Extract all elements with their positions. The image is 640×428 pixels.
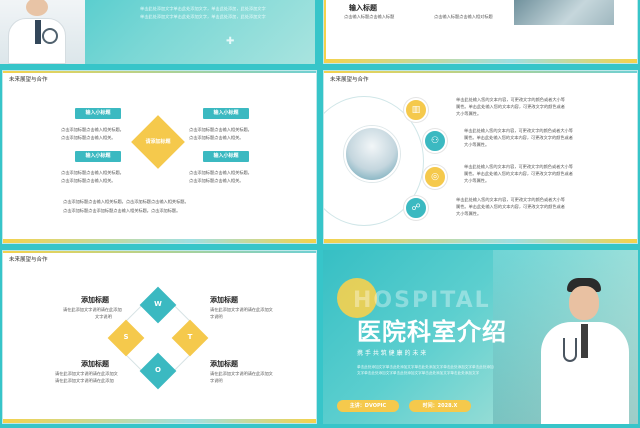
swot-bl-line-1: 请在此添加文字说明请在此添加文 — [55, 371, 118, 376]
desc-tr-line-2: 点击添加标题点击输入相关。 — [189, 135, 244, 140]
subtitle-label-top-right: 输入小标题 — [203, 108, 249, 119]
center-diamond-label: 请添加标题 — [145, 139, 171, 145]
desc-bl-line-2: 点击添加标题点击输入相关。 — [61, 178, 116, 183]
item-4-line-1: 单击此处输入您的文本内容，可更改文字的颜色或者大小等 — [456, 197, 565, 202]
subtitle-label-top-left: 输入小标题 — [75, 108, 121, 119]
item-1-line-1: 单击此处输入您的文本内容，可更改文字的颜色或者大小等 — [456, 97, 565, 102]
item-3-line-1: 单击此处输入您的文本内容，可更改文字的颜色或者大小等 — [464, 164, 573, 169]
item-2-line-2: 属性。单击此处输入您的文本内容，可更改文字的颜色或者 — [464, 135, 573, 140]
desc-tl-line-2: 点击添加标题点击输入相关。 — [61, 135, 116, 140]
swot-letter-s: S — [123, 333, 129, 341]
mid-left-slide-title: 未来展望与合作 — [9, 77, 48, 83]
swot-br-line-1: 请在此添加文字说明请在此添加文 — [210, 371, 273, 376]
desc-tl-line-1: 点击添加标题点击输入相关标题。 — [61, 127, 124, 132]
item-4-line-2: 属性。单击此处输入您的文本内容，可更改文字的颜色或者 — [456, 204, 565, 209]
top-right-heading: 输入标题 — [349, 4, 377, 12]
item-3-line-2: 属性。单击此处输入您的文本内容，可更改文字的颜色或者 — [464, 171, 573, 176]
swot-tr-line-2: 字说明 — [210, 314, 223, 319]
mid-left-bottom-bar — [3, 239, 316, 243]
cover-bg-word: HOSPITAL — [353, 288, 491, 313]
item-2-line-3: 大小等属性。 — [464, 142, 490, 147]
cover-doctor-photo — [535, 278, 635, 424]
item-1-line-3: 大小等属性。 — [456, 111, 482, 116]
subtitle-label-bottom-left: 输入小标题 — [75, 151, 121, 162]
swot-br-line-2: 字说明 — [210, 378, 223, 383]
mid-left-bottom-line-1: 点击添加标题点击输入相关标题。点击添加标题点击输入相关标题。 — [63, 199, 189, 204]
cover-body-line-1: 单击此处添加文字单击此处添加文字，单击此处添加，此处添加文字 — [140, 6, 266, 11]
slide-thumbnail-cover[interactable]: HOSPITAL 医院科室介绍 携 手 共 筑 健 康 的 未 来 单击此处添加… — [323, 250, 638, 424]
slide-thumbnail-mid-left[interactable]: 未来展望与合作 请添加标题 输入小标题 输入小标题 输入小标题 输入小标题 点击… — [2, 70, 317, 244]
subtitle-label-bottom-right: 输入小标题 — [203, 151, 249, 162]
compass-icon: ◎ — [423, 165, 447, 189]
share-nodes-icon: ☍ — [404, 196, 428, 220]
mid-right-top-bar — [324, 71, 637, 73]
swot-heading-bottom-right: 添加标题 — [210, 360, 238, 368]
swot-tl-line-1: 请在此添加文字说明请在此添加 — [63, 307, 122, 312]
swot-heading-top-left: 添加标题 — [81, 296, 109, 304]
top-right-bottom-bar — [324, 59, 637, 63]
swot-letter-t: T — [187, 333, 193, 341]
bottom-left-bottom-bar — [3, 419, 316, 423]
mid-left-bottom-line-2: 点击添加标题点击添加标题点击输入相关标题。点击添加标题。 — [63, 208, 181, 213]
stethoscope-icon — [42, 28, 58, 44]
speaker-pill: 主讲：DVOPIC — [337, 400, 399, 412]
item-4-line-3: 大小等属性。 — [456, 211, 482, 216]
mid-right-bottom-bar — [324, 239, 637, 243]
bottom-left-top-bar — [3, 251, 316, 253]
top-right-photo — [514, 0, 614, 25]
top-right-right-text: 点击输入标题点击输入相对标题 — [434, 14, 493, 19]
slide-thumbnail-top-left[interactable]: 单击此处添加文字单击此处添加文字，单击此处添加，此处添加文字 单击此处添加文字单… — [0, 0, 315, 64]
swot-heading-top-right: 添加标题 — [210, 296, 238, 304]
swot-bl-line-2: 请在此添加文字说明请在此添加 — [55, 378, 114, 383]
slide-thumbnail-bottom-left[interactable]: 未来展望与合作 W S T O 添加标题 请在此添加文字说明请在此添加 文字说明… — [2, 250, 317, 424]
doctor-photo — [0, 0, 85, 64]
date-pill: 时间：2028.X — [409, 400, 471, 412]
mid-left-top-bar — [3, 71, 316, 73]
top-right-accent-bar — [324, 0, 326, 63]
bottom-left-slide-title: 未来展望与合作 — [9, 257, 48, 263]
cover-body-line-2: 单击此处添加文字单击此处添加文字，单击此处添加，此处添加文字 — [140, 14, 266, 19]
desc-br-line-2: 点击添加标题点击输入相关。 — [189, 178, 244, 183]
item-1-line-2: 属性。单击此处输入您的文本内容，可更改文字的颜色或者 — [456, 104, 565, 109]
slide-thumbnail-mid-right[interactable]: 未来展望与合作 ▥ ⚇ ◎ ☍ 单击此处输入您的文本内容，可更改文字的颜色或者大… — [323, 70, 638, 244]
cover-small-line-2: 文字单击此处添加文字单击此处添加文字单击此处添加文字单击此处添加文字 — [357, 371, 480, 375]
desc-tr-line-1: 点击添加标题点击输入相关标题。 — [189, 127, 252, 132]
slide-thumbnail-top-right[interactable]: 输入标题 点击输入标题点击输入标题 点击输入标题点击输入相对标题 — [323, 0, 638, 64]
cover-doctor-tie — [581, 324, 588, 358]
swot-letter-w: W — [154, 300, 162, 308]
plus-icon: ✚ — [226, 36, 235, 47]
doctor-head — [26, 0, 48, 16]
date-label: 时间：2028.X — [422, 403, 458, 409]
mid-right-slide-title: 未来展望与合作 — [330, 77, 369, 83]
cover-doctor-face — [569, 286, 599, 320]
swot-heading-bottom-left: 添加标题 — [81, 360, 109, 368]
swot-tl-line-2: 文字说明 — [95, 314, 112, 319]
doctor-tie — [35, 20, 41, 44]
speaker-label: 主讲：DVOPIC — [349, 403, 387, 409]
doctor-circle-photo — [344, 126, 400, 182]
people-network-icon: ⚇ — [423, 129, 447, 153]
desc-bl-line-1: 点击添加标题点击输入相关标题。 — [61, 170, 124, 175]
swot-tr-line-1: 请在此添加文字说明请在此添加文 — [210, 307, 273, 312]
swot-letter-o: O — [155, 366, 161, 374]
item-2-line-1: 单击此处输入您的文本内容，可更改文字的颜色或者大小等 — [464, 128, 573, 133]
cover-title: 医院科室介绍 — [357, 318, 507, 346]
top-right-left-text: 点击输入标题点击输入标题 — [344, 14, 395, 19]
cover-stethoscope-icon — [563, 338, 577, 362]
cover-subtitle: 携 手 共 筑 健 康 的 未 来 — [357, 350, 427, 357]
chart-bar-icon: ▥ — [404, 98, 428, 122]
item-3-line-3: 大小等属性。 — [464, 178, 490, 183]
desc-br-line-1: 点击添加标题点击输入相关标题。 — [189, 170, 252, 175]
